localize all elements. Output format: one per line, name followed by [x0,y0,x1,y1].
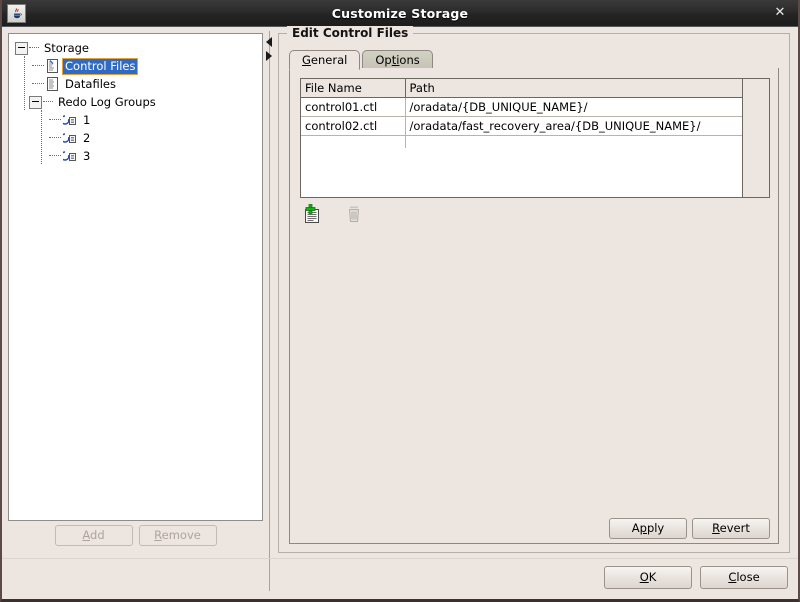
storage-tree[interactable]: Storage Control Files Datafiles Redo Log… [8,33,263,521]
tab-options[interactable]: Options [362,50,433,69]
edit-control-files-panel: Edit Control Files General Options File … [278,26,790,553]
remove-button-label-rest: emove [161,528,201,542]
column-header-file-name[interactable]: File Name [301,79,406,98]
customize-storage-window: Customize Storage ✕ Storage Control File… [0,0,800,602]
table-toolbar [300,200,366,228]
collapse-toggle-icon[interactable] [29,95,42,109]
close-button[interactable]: Close [700,566,788,589]
cell-path[interactable] [405,135,769,155]
tree-connector [32,83,44,85]
ok-label-rest: K [648,570,657,584]
tab-general[interactable]: General [289,50,361,70]
panel-splitter[interactable] [265,31,274,591]
datafile-icon [47,77,58,91]
collapse-toggle-icon[interactable] [15,41,28,55]
tree-item-label: 2 [83,130,91,145]
close-icon[interactable]: ✕ [770,4,790,22]
tree-connector [43,101,53,103]
trash-delete-icon [342,202,366,226]
bottom-separator [2,558,798,559]
table-row[interactable] [301,135,769,155]
tree-action-buttons: Add Remove [8,525,263,551]
tree-item-redo-log-1[interactable]: 1 [13,111,258,129]
tree-item-storage[interactable]: Storage [13,39,258,57]
redo-log-icon [63,132,76,143]
tree-item-label: Control Files [62,57,139,75]
tab-options-label-a: Op [375,53,392,67]
remove-button[interactable]: Remove [138,525,217,546]
group-box: Edit Control Files General Options File … [278,26,790,553]
tree-item-label: Redo Log Groups [58,94,156,109]
tree-item-redo-log-groups[interactable]: Redo Log Groups [13,93,258,111]
revert-button[interactable]: Revert [692,518,770,539]
control-files-table[interactable]: File Name Path control01.ctl /oradata/{D… [300,78,770,198]
triangle-right-icon[interactable] [266,51,272,61]
cell-path[interactable]: /oradata/{DB_UNIQUE_NAME}/ [405,97,769,117]
cell-file-name[interactable] [301,135,406,155]
tree-item-label: Storage [44,40,89,55]
tree-connector [29,47,39,49]
add-button[interactable]: Add [54,525,133,546]
triangle-left-icon[interactable] [266,37,272,47]
control-files-grid: File Name Path control01.ctl /oradata/{D… [301,79,769,155]
control-file-icon [47,59,58,73]
storage-tree-panel: Storage Control Files Datafiles Redo Log… [8,33,263,551]
tree-connector [32,65,44,67]
tab-general-label-rest: eneral [310,53,348,67]
dialog-button-bar: OK Close [604,566,788,589]
tab-strip: General Options [289,50,779,70]
ok-button[interactable]: OK [604,566,692,589]
tree-item-control-files[interactable]: Control Files [13,57,258,75]
cell-path[interactable]: /oradata/fast_recovery_area/{DB_UNIQUE_N… [405,116,769,136]
apply-label-b: ply [646,521,665,535]
table-right-spacer [742,79,769,197]
table-row[interactable]: control02.ctl /oradata/fast_recovery_are… [301,116,769,136]
close-label-rest: lose [736,570,760,584]
tree-item-redo-log-2[interactable]: 2 [13,129,258,147]
cell-file-name[interactable]: control02.ctl [301,116,406,136]
tab-panel-general: File Name Path control01.ctl /oradata/{D… [289,68,779,544]
table-row[interactable]: control01.ctl /oradata/{DB_UNIQUE_NAME}/ [301,97,769,117]
add-file-icon[interactable] [300,202,324,226]
column-header-path[interactable]: Path [405,79,769,98]
tree-connector [49,137,61,139]
java-coffee-cup-icon [7,4,26,23]
window-title: Customize Storage [331,5,469,21]
apply-label-a: A [631,521,640,535]
window-titlebar: Customize Storage ✕ [2,0,798,27]
splitter-bar [269,31,270,591]
redo-log-icon [63,150,76,161]
redo-log-icon [63,114,76,125]
table-empty-area [301,148,769,197]
tree-item-redo-log-3[interactable]: 3 [13,147,258,165]
apply-button[interactable]: Apply [609,518,687,539]
tree-item-label: 3 [83,148,91,163]
tree-item-datafiles[interactable]: Datafiles [13,75,258,93]
tab-options-label-b: ons [399,53,420,67]
add-button-label-rest: dd [90,528,105,542]
panel-title: Edit Control Files [287,26,414,40]
dialog-content: Storage Control Files Datafiles Redo Log… [2,26,798,599]
revert-label-rest: evert [719,521,750,535]
tree-item-label: 1 [83,112,91,127]
tree-connector [49,119,61,121]
table-header-row: File Name Path [301,79,769,98]
apply-revert-row: Apply Revert [609,518,770,539]
tree-item-label: Datafiles [65,76,116,91]
tree-connector [49,155,61,157]
tree-root-container: Storage Control Files Datafiles Redo Log… [9,34,262,169]
cell-file-name[interactable]: control01.ctl [301,97,406,117]
